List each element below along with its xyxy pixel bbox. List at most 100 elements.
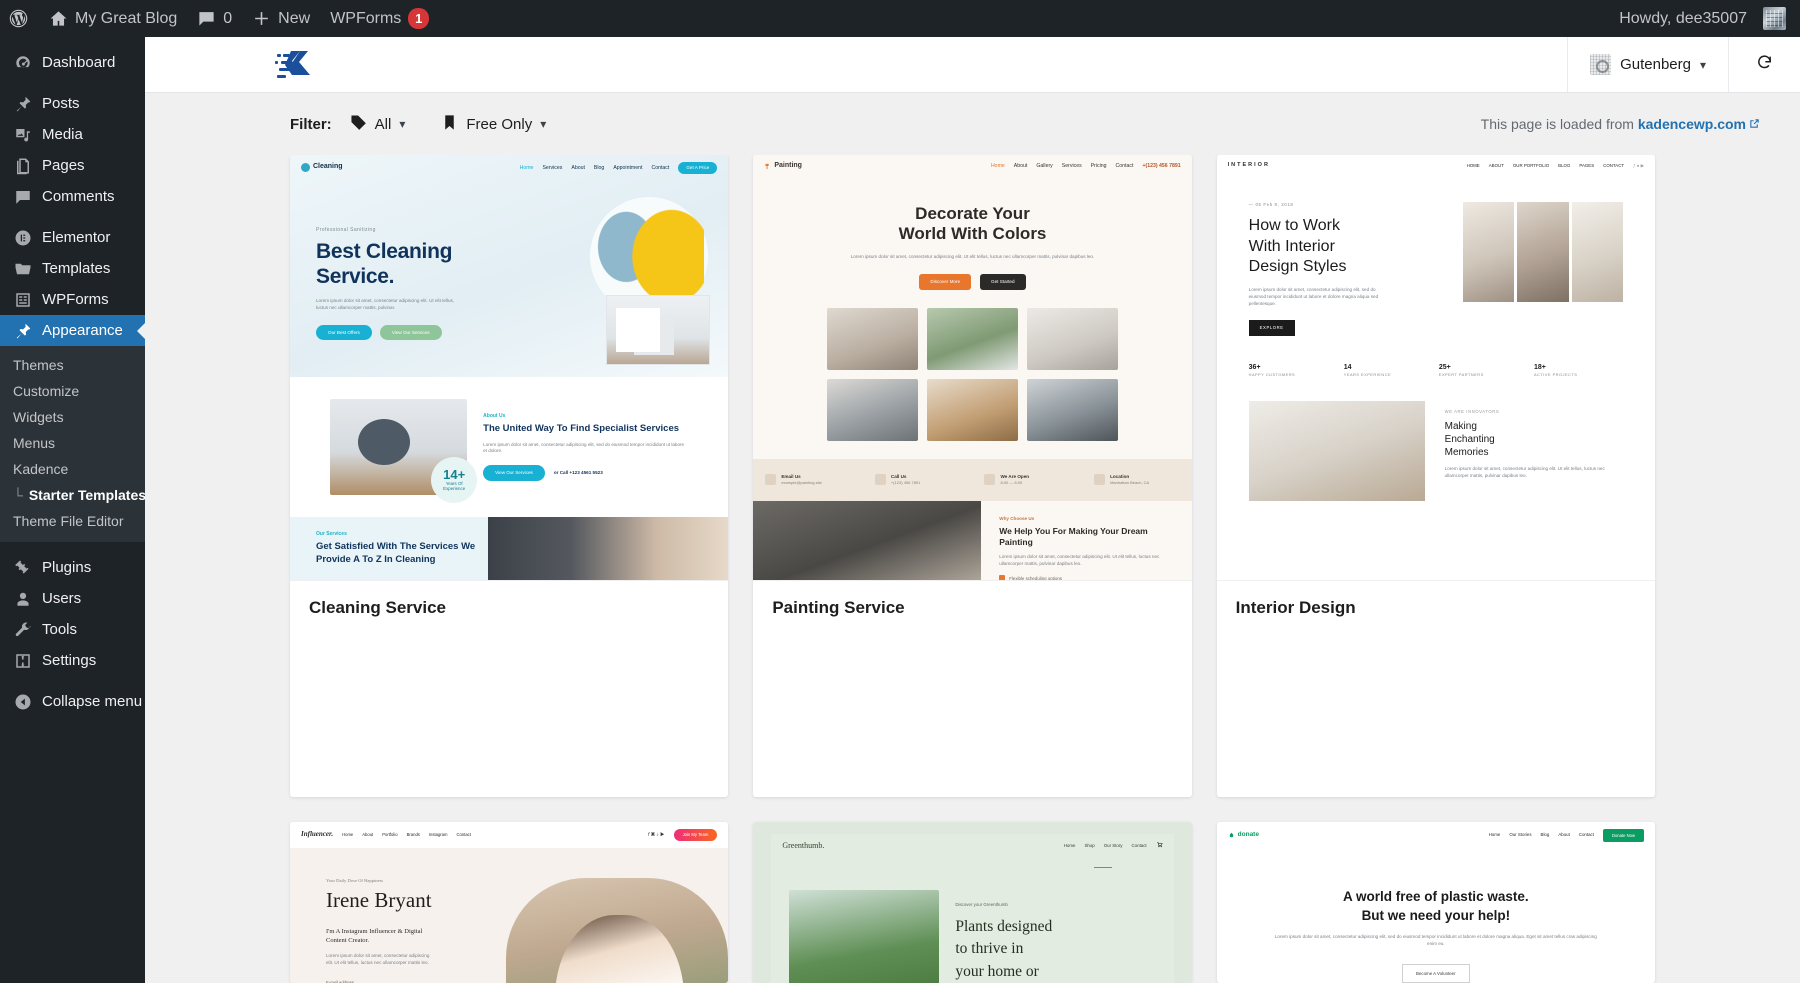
category-filter-value: All: [374, 115, 392, 133]
template-card[interactable]: Greenthumb. Home Shop Our Story Contact: [753, 821, 1192, 983]
template-card[interactable]: Cleaning Home Services About Blog Appoin…: [290, 155, 729, 797]
sidebar-item-collapse-menu[interactable]: Collapse menu: [0, 686, 145, 717]
submenu-item-menus[interactable]: Menus: [0, 430, 145, 456]
mock-hero: Your Daily Dose Of Happiness Irene Bryan…: [290, 848, 729, 983]
template-preview[interactable]: Influencer. Home About Portfolio Brands …: [290, 821, 729, 983]
mock-stat: 18+ ACTIVE PROJECTS: [1534, 364, 1623, 379]
template-card[interactable]: donate Home Our Stories Blog About Conta…: [1216, 821, 1655, 983]
mock-nav-item: Portfolio: [382, 832, 398, 837]
sidebar-item-pages[interactable]: Pages: [0, 150, 145, 181]
kadence-logo-icon[interactable]: [145, 37, 345, 92]
wpforms-icon: [13, 290, 33, 310]
sidebar-item-comments[interactable]: Comments: [0, 181, 145, 212]
submenu-item-theme-file-editor[interactable]: Theme File Editor: [0, 508, 145, 534]
mock-nav-item: ABOUT: [1488, 162, 1504, 168]
mock-kicker: Discover your Greenthumb: [955, 901, 1008, 907]
sidebar-item-label: Dashboard: [42, 54, 116, 71]
my-account-menu[interactable]: Howdy, dee35007: [1609, 0, 1800, 37]
mock-kicker: Your Daily Dose Of Happiness: [326, 877, 384, 883]
mock-experience-badge: 14+ Years Of Experience: [431, 457, 478, 503]
template-preview[interactable]: donate Home Our Stories Blog About Conta…: [1216, 821, 1655, 983]
template-title: Cleaning Service: [290, 580, 729, 635]
template-title: Interior Design: [1216, 580, 1655, 635]
mock-gallery-image: [827, 378, 919, 441]
builder-label: Gutenberg: [1620, 56, 1691, 73]
submenu-item-starter-templates[interactable]: └ Starter Templates: [0, 482, 145, 508]
cleaning-mock: Cleaning Home Services About Blog Appoin…: [290, 155, 729, 580]
mock-heading-line: to thrive in: [955, 940, 1024, 958]
template-card[interactable]: Painting Home About Gallery Services Pri…: [753, 155, 1192, 797]
mock-section-paragraph: Lorem ipsum dolor sit amet, consectetur …: [483, 441, 685, 454]
mock-feature-chip: Flexible scheduling options: [999, 575, 1062, 580]
mock-nav: Influencer. Home About Portfolio Brands …: [290, 821, 729, 848]
price-filter-dropdown[interactable]: Free Only ▾: [441, 114, 546, 135]
mock-nav-item: HOME: [1466, 162, 1480, 168]
mock-nav-item: Our Story: [1103, 842, 1123, 848]
mock-volunteer-button: Become A Volunteer: [1402, 963, 1470, 983]
elementor-icon: [13, 228, 33, 248]
submenu-item-themes[interactable]: Themes: [0, 352, 145, 378]
sidebar-item-templates[interactable]: Templates: [0, 253, 145, 284]
sidebar-item-plugins[interactable]: Plugins: [0, 552, 145, 583]
builder-selector[interactable]: Gutenberg ▾: [1567, 37, 1728, 92]
submenu-item-widgets[interactable]: Widgets: [0, 404, 145, 430]
mock-kitchen-image: [1248, 400, 1425, 501]
sidebar-item-posts[interactable]: Posts: [0, 88, 145, 119]
site-name-menu[interactable]: My Great Blog: [39, 0, 187, 37]
template-preview[interactable]: Cleaning Home Services About Blog Appoin…: [290, 155, 729, 580]
mock-explore-button: EXPLORE: [1248, 320, 1295, 336]
mock-paragraph: Lorem ipsum dolor sit amet, consectetur …: [316, 297, 455, 310]
kadence-header-bar: Gutenberg ▾: [145, 37, 1800, 93]
mock-cactus-image: [789, 889, 940, 983]
sidebar-item-wpforms[interactable]: WPForms: [0, 284, 145, 315]
comments-menu[interactable]: 0: [187, 0, 242, 37]
mock-gallery-image: [927, 307, 1018, 370]
mock-hero: — 05 Feb 8, 2018 How to Work With Interi…: [1217, 176, 1655, 336]
template-card[interactable]: Influencer. Home About Portfolio Brands …: [290, 821, 729, 983]
mock-nav-item: Services: [542, 164, 563, 171]
mock-paragraph: Lorem ipsum dolor sit amet, consectetur …: [850, 254, 1095, 260]
submenu-item-kadence[interactable]: Kadence: [0, 456, 145, 482]
new-content-menu[interactable]: New: [242, 0, 320, 37]
clock-icon: [984, 474, 996, 486]
mock-nav: Painting Home About Gallery Services Pri…: [753, 155, 1191, 178]
mock-nav-item: PAGES: [1579, 162, 1595, 168]
mock-nav-item: Brands: [406, 832, 420, 837]
mock-hero-image: [1517, 201, 1569, 302]
template-card[interactable]: INTERIOR HOME ABOUT OUR PORTFOLIO BLOG P…: [1216, 155, 1655, 797]
kadencewp-link[interactable]: kadencewp.com: [1638, 116, 1746, 132]
sidebar-item-label: Posts: [42, 95, 80, 112]
category-filter-dropdown[interactable]: All ▾: [350, 114, 405, 135]
submenu-item-customize[interactable]: Customize: [0, 378, 145, 404]
mock-heading-line: Decorate Your: [915, 203, 1030, 223]
sidebar-item-media[interactable]: Media: [0, 119, 145, 150]
template-preview[interactable]: INTERIOR HOME ABOUT OUR PORTFOLIO BLOG P…: [1216, 155, 1655, 580]
sidebar-item-elementor[interactable]: Elementor: [0, 222, 145, 253]
mock-hero: A world free of plastic waste. But we ne…: [1217, 849, 1655, 983]
sidebar-item-users[interactable]: Users: [0, 583, 145, 614]
kadence-header-spacer: [345, 37, 1567, 92]
sidebar-item-label: Media: [42, 126, 83, 143]
reload-button[interactable]: [1728, 37, 1800, 92]
mock-heading-line: Making: [1444, 420, 1477, 432]
mock-kicker: — 05 Feb 8, 2018: [1248, 201, 1294, 207]
submenu-label: Widgets: [13, 409, 64, 425]
plugins-icon: [13, 558, 33, 578]
sidebar-item-settings[interactable]: Settings: [0, 645, 145, 676]
wpforms-menu[interactable]: WPForms 1: [320, 0, 439, 37]
mock-nav-item: About: [1013, 163, 1028, 170]
home-icon: [49, 9, 68, 28]
mock-section-heading: The United Way To Find Specialist Servic…: [483, 423, 680, 435]
mock-hero-buttons: Discover More Get Started: [793, 274, 1151, 290]
mock-join-button: Join My Team: [673, 828, 718, 841]
mock-stat-value: 25+: [1438, 363, 1451, 371]
wpforms-label: WPForms: [330, 9, 402, 27]
sidebar-item-dashboard[interactable]: Dashboard: [0, 47, 145, 78]
sidebar-item-tools[interactable]: Tools: [0, 614, 145, 645]
sidebar-item-appearance[interactable]: Appearance: [0, 315, 145, 346]
template-preview[interactable]: Painting Home About Gallery Services Pri…: [753, 155, 1192, 580]
wp-logo-menu[interactable]: [0, 0, 39, 37]
submenu-label: Menus: [13, 435, 56, 451]
mock-primary-button: Our Best Offers: [316, 324, 372, 341]
template-preview[interactable]: Greenthumb. Home Shop Our Story Contact: [753, 821, 1192, 983]
